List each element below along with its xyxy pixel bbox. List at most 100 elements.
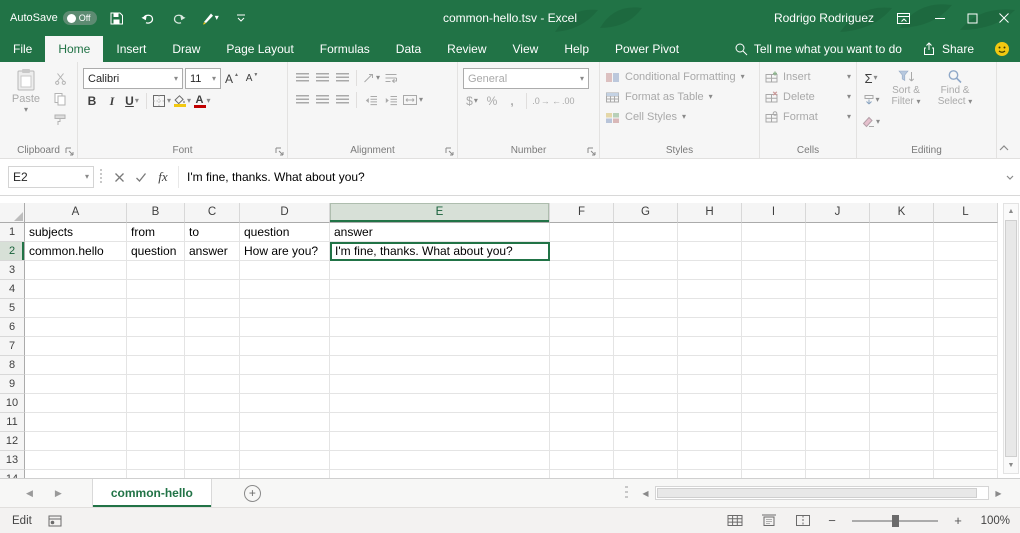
font-color-button[interactable]: A ▾ bbox=[193, 91, 211, 111]
cell-H13[interactable] bbox=[678, 451, 742, 470]
cell-K11[interactable] bbox=[870, 413, 934, 432]
vertical-scrollbar[interactable]: ▲ ▼ bbox=[1003, 203, 1019, 474]
cell-I4[interactable] bbox=[742, 280, 806, 299]
cell-K12[interactable] bbox=[870, 432, 934, 451]
cell-H2[interactable] bbox=[678, 242, 742, 261]
cell-L7[interactable] bbox=[934, 337, 998, 356]
cell-B10[interactable] bbox=[127, 394, 185, 413]
column-header-J[interactable]: J bbox=[806, 203, 870, 223]
cell-L1[interactable] bbox=[934, 223, 998, 242]
enter-entry-button[interactable] bbox=[130, 166, 152, 188]
cell-A11[interactable] bbox=[25, 413, 127, 432]
ribbon-tab-draw[interactable]: Draw bbox=[159, 36, 213, 62]
close-button[interactable] bbox=[988, 0, 1020, 36]
row-header-9[interactable]: 9 bbox=[0, 375, 25, 394]
cell-L5[interactable] bbox=[934, 299, 998, 318]
vertical-scrollbar-thumb[interactable] bbox=[1005, 220, 1017, 457]
cell-D14[interactable] bbox=[240, 470, 330, 478]
cell-A7[interactable] bbox=[25, 337, 127, 356]
cell-E12[interactable] bbox=[330, 432, 550, 451]
alignment-dialog-launcher[interactable] bbox=[444, 145, 454, 155]
increase-font-size-button[interactable]: A▲ bbox=[223, 69, 241, 89]
conditional-formatting-button[interactable]: Conditional Formatting ▾ bbox=[605, 67, 754, 87]
comma-style-button[interactable]: , bbox=[503, 91, 521, 111]
cell-H6[interactable] bbox=[678, 318, 742, 337]
cell-L4[interactable] bbox=[934, 280, 998, 299]
cell-J7[interactable] bbox=[806, 337, 870, 356]
cell-L8[interactable] bbox=[934, 356, 998, 375]
align-right-button[interactable] bbox=[333, 90, 351, 110]
row-header-3[interactable]: 3 bbox=[0, 261, 25, 280]
sheet-bar-splitter[interactable] bbox=[625, 486, 628, 500]
cell-E8[interactable] bbox=[330, 356, 550, 375]
cell-A5[interactable] bbox=[25, 299, 127, 318]
delete-cells-button[interactable]: Delete ▾ bbox=[765, 87, 851, 107]
cell-K1[interactable] bbox=[870, 223, 934, 242]
cell-G10[interactable] bbox=[614, 394, 678, 413]
cell-A8[interactable] bbox=[25, 356, 127, 375]
row-header-1[interactable]: 1 bbox=[0, 223, 25, 242]
cell-D10[interactable] bbox=[240, 394, 330, 413]
ribbon-tab-page-layout[interactable]: Page Layout bbox=[213, 36, 306, 62]
cell-H14[interactable] bbox=[678, 470, 742, 478]
column-header-I[interactable]: I bbox=[742, 203, 806, 223]
cell-I9[interactable] bbox=[742, 375, 806, 394]
page-break-preview-button[interactable] bbox=[792, 511, 814, 531]
cell-G1[interactable] bbox=[614, 223, 678, 242]
cell-F13[interactable] bbox=[550, 451, 614, 470]
cell-H9[interactable] bbox=[678, 375, 742, 394]
borders-button[interactable]: ▾ bbox=[152, 91, 171, 111]
column-header-B[interactable]: B bbox=[127, 203, 185, 223]
column-header-L[interactable]: L bbox=[934, 203, 998, 223]
column-header-C[interactable]: C bbox=[185, 203, 240, 223]
zoom-level[interactable]: 100% bbox=[976, 515, 1010, 527]
cell-K2[interactable] bbox=[870, 242, 934, 261]
draw-pen-button[interactable]: ▾ bbox=[199, 6, 221, 30]
column-header-F[interactable]: F bbox=[550, 203, 614, 223]
font-size-combo[interactable]: 11 ▾ bbox=[185, 68, 221, 89]
tell-me-box[interactable]: Tell me what you want to do bbox=[734, 42, 902, 56]
cell-C10[interactable] bbox=[185, 394, 240, 413]
top-align-button[interactable] bbox=[293, 68, 311, 88]
cell-J10[interactable] bbox=[806, 394, 870, 413]
cell-B2[interactable]: question bbox=[127, 242, 185, 261]
ribbon-tab-home[interactable]: Home bbox=[45, 36, 103, 62]
record-macro-button[interactable] bbox=[48, 515, 62, 527]
cell-H5[interactable] bbox=[678, 299, 742, 318]
row-header-2[interactable]: 2 bbox=[0, 242, 25, 261]
cell-I3[interactable] bbox=[742, 261, 806, 280]
row-header-12[interactable]: 12 bbox=[0, 432, 25, 451]
format-as-table-button[interactable]: Format as Table ▾ bbox=[605, 87, 754, 107]
cell-F5[interactable] bbox=[550, 299, 614, 318]
row-header-8[interactable]: 8 bbox=[0, 356, 25, 375]
cell-G14[interactable] bbox=[614, 470, 678, 478]
formula-bar-handle[interactable] bbox=[100, 169, 102, 185]
cell-C13[interactable] bbox=[185, 451, 240, 470]
format-painter-button[interactable] bbox=[49, 111, 71, 129]
cell-E5[interactable] bbox=[330, 299, 550, 318]
cell-F3[interactable] bbox=[550, 261, 614, 280]
bottom-align-button[interactable] bbox=[333, 68, 351, 88]
cell-A14[interactable] bbox=[25, 470, 127, 478]
cell-E2[interactable]: I'm fine, thanks. What about you? bbox=[330, 242, 550, 261]
name-box[interactable]: E2 ▾ bbox=[8, 166, 94, 188]
cell-B13[interactable] bbox=[127, 451, 185, 470]
cell-E10[interactable] bbox=[330, 394, 550, 413]
cell-D6[interactable] bbox=[240, 318, 330, 337]
cell-J14[interactable] bbox=[806, 470, 870, 478]
cell-C8[interactable] bbox=[185, 356, 240, 375]
cell-C4[interactable] bbox=[185, 280, 240, 299]
cell-E4[interactable] bbox=[330, 280, 550, 299]
cell-E11[interactable] bbox=[330, 413, 550, 432]
next-sheet-icon[interactable]: ▶ bbox=[55, 488, 62, 499]
cell-A9[interactable] bbox=[25, 375, 127, 394]
cell-G2[interactable] bbox=[614, 242, 678, 261]
cell-B5[interactable] bbox=[127, 299, 185, 318]
font-dialog-launcher[interactable] bbox=[274, 145, 284, 155]
cell-J2[interactable] bbox=[806, 242, 870, 261]
scroll-down-icon[interactable]: ▼ bbox=[1004, 458, 1018, 473]
cell-G3[interactable] bbox=[614, 261, 678, 280]
cell-K9[interactable] bbox=[870, 375, 934, 394]
cell-L9[interactable] bbox=[934, 375, 998, 394]
ribbon-tab-data[interactable]: Data bbox=[383, 36, 434, 62]
